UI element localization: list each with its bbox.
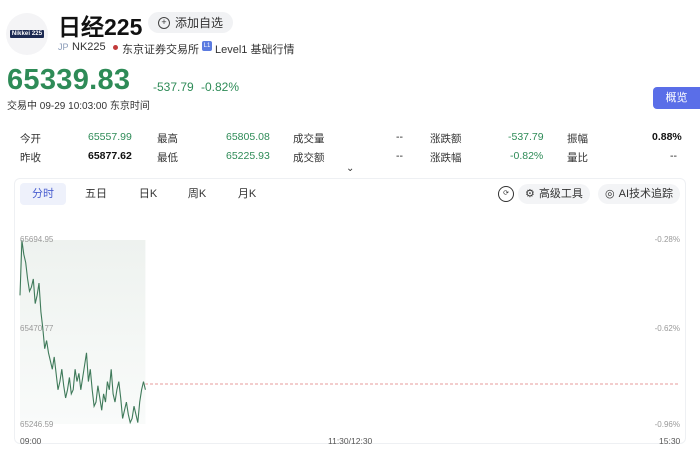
intraday-chart[interactable]	[0, 0, 700, 449]
y-axis-mid-label: 65470.77	[20, 324, 54, 333]
y-axis-top-label: 65694.95	[20, 235, 54, 244]
x-axis-label-close: 15:30	[659, 436, 681, 446]
x-axis-label-open: 09:00	[20, 436, 42, 446]
pct-axis-bottom-label: -0.96%	[654, 420, 680, 429]
y-axis-bottom-label: 65246.59	[20, 420, 54, 429]
pct-axis-top-label: -0.28%	[654, 235, 680, 244]
x-axis-label-midday: 11:30/12:30	[328, 436, 373, 446]
pct-axis-mid-label: -0.62%	[654, 324, 680, 333]
